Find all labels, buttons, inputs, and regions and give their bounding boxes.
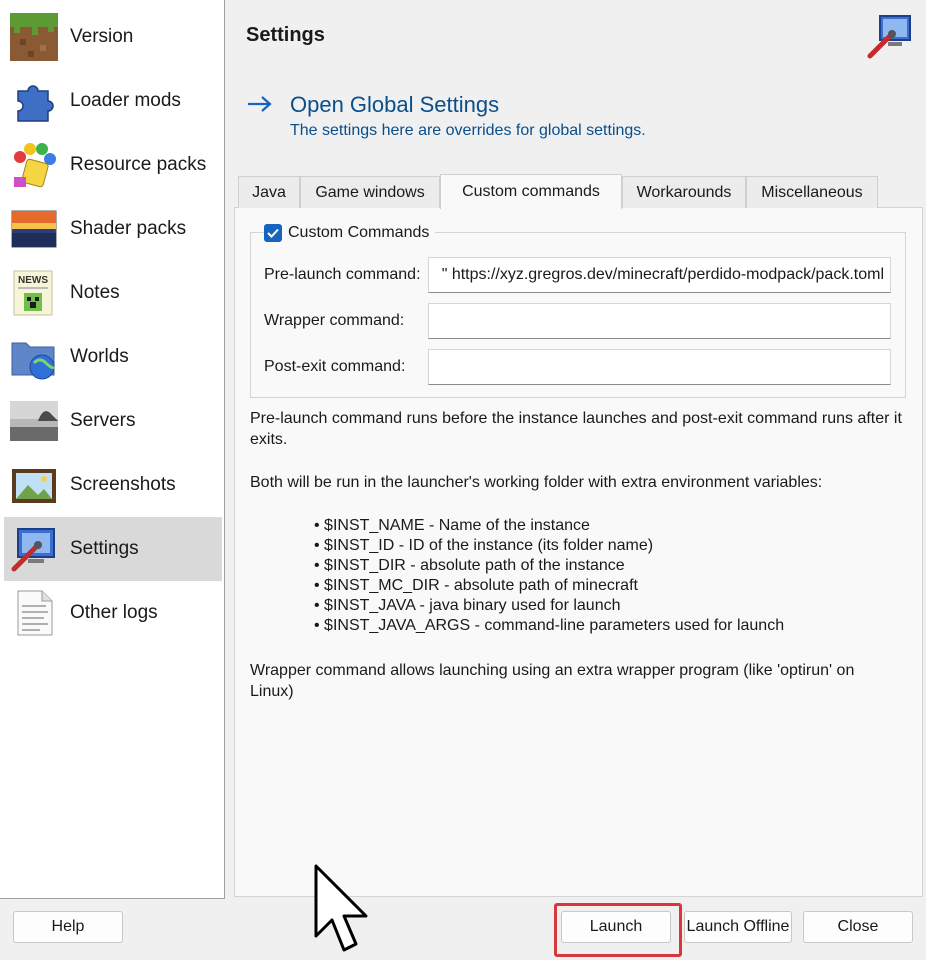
sidebar-item-version[interactable]: Version	[4, 5, 222, 69]
tab-game-windows[interactable]: Game windows	[300, 176, 440, 208]
settings-computer-icon	[866, 12, 914, 60]
wrapper-label: Wrapper command:	[264, 312, 405, 329]
sidebar-item-label: Resource packs	[70, 154, 207, 175]
help-paragraph-2: Both will be run in the launcher's worki…	[250, 474, 823, 491]
help-button[interactable]: Help	[13, 911, 123, 943]
custom-commands-toggle[interactable]: Custom Commands	[264, 222, 436, 244]
globe-folder-icon	[10, 333, 58, 381]
sidebar-item-label: Notes	[70, 282, 120, 303]
sidebar-item-label: Version	[70, 26, 134, 47]
sidebar-item-resource-packs[interactable]: Resource packs	[4, 133, 222, 197]
help-paragraph-3: Wrapper command allows launching using a…	[250, 662, 855, 700]
sidebar-item-label: Screenshots	[70, 474, 176, 495]
list-item: • $INST_ID - ID of the instance (its fol…	[314, 537, 654, 554]
puzzle-piece-icon	[10, 77, 58, 125]
sidebar-item-settings[interactable]: Settings	[4, 517, 222, 581]
framed-picture-icon	[10, 461, 58, 509]
log-document-icon	[10, 589, 58, 637]
wrapper-input[interactable]	[428, 303, 891, 339]
global-settings-subtitle: The settings here are overrides for glob…	[290, 122, 646, 139]
global-settings-title[interactable]: Open Global Settings	[290, 92, 499, 118]
grass-block-icon	[10, 13, 58, 61]
post-exit-label: Post-exit command:	[264, 358, 406, 375]
paint-bucket-icon	[10, 141, 58, 189]
custom-commands-label: Custom Commands	[288, 224, 430, 241]
post-exit-input[interactable]	[428, 349, 891, 385]
sidebar-item-screenshots[interactable]: Screenshots	[4, 453, 222, 517]
sidebar-item-label: Shader packs	[70, 218, 187, 239]
sidebar-item-label: Worlds	[70, 346, 129, 367]
pre-launch-input[interactable]: " https://xyz.gregros.dev/minecraft/perd…	[428, 257, 891, 293]
server-landscape-icon	[10, 397, 58, 445]
sidebar-item-loader-mods[interactable]: Loader mods	[4, 69, 222, 133]
tab-custom-commands[interactable]: Custom commands	[440, 174, 622, 209]
list-item: • $INST_MC_DIR - absolute path of minecr…	[314, 577, 638, 594]
sidebar-item-label: Other logs	[70, 602, 158, 623]
settings-computer-icon	[10, 525, 58, 573]
sidebar-item-label: Servers	[70, 410, 136, 431]
tab-java[interactable]: Java	[238, 176, 300, 208]
env-variable-list: • $INST_NAME - Name of the instance • $I…	[314, 516, 784, 636]
svg-text:NEWS: NEWS	[18, 275, 48, 286]
sidebar-item-worlds[interactable]: Worlds	[4, 325, 222, 389]
page-title: Settings	[246, 24, 325, 46]
sidebar-item-notes[interactable]: NEWS Notes	[4, 261, 222, 325]
help-paragraph-1: Pre-launch command runs before the insta…	[250, 410, 902, 448]
news-note-icon: NEWS	[10, 269, 58, 317]
launch-offline-button[interactable]: Launch Offline	[684, 911, 792, 943]
pre-launch-value: " https://xyz.gregros.dev/minecraft/perd…	[441, 266, 884, 283]
tab-workarounds[interactable]: Workarounds	[622, 176, 746, 208]
sunset-landscape-icon	[10, 205, 58, 253]
checkbox-checked-icon[interactable]	[264, 224, 282, 242]
sidebar-item-label: Loader mods	[70, 90, 181, 111]
sidebar-item-servers[interactable]: Servers	[4, 389, 222, 453]
pre-launch-label: Pre-launch command:	[264, 266, 421, 283]
list-item: • $INST_JAVA_ARGS - command-line paramet…	[314, 617, 785, 634]
arrow-right-icon	[248, 96, 272, 112]
list-item: • $INST_NAME - Name of the instance	[314, 517, 590, 534]
list-item: • $INST_DIR - absolute path of the insta…	[314, 557, 625, 574]
sidebar: Version Loader mods Resource packs Shade…	[0, 0, 225, 899]
close-button[interactable]: Close	[803, 911, 913, 943]
sidebar-item-shader-packs[interactable]: Shader packs	[4, 197, 222, 261]
sidebar-item-other-logs[interactable]: Other logs	[4, 581, 222, 645]
launch-button[interactable]: Launch	[561, 911, 671, 943]
sidebar-item-label: Settings	[70, 538, 139, 559]
list-item: • $INST_JAVA - java binary used for laun…	[314, 597, 621, 614]
tab-miscellaneous[interactable]: Miscellaneous	[746, 176, 878, 208]
mouse-cursor-icon	[314, 864, 368, 952]
